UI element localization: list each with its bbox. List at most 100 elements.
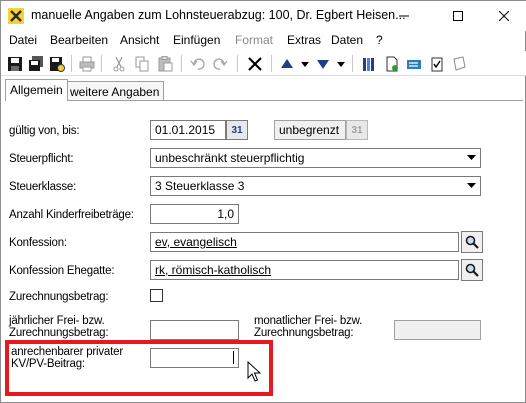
menu-help[interactable]: ? <box>376 33 383 47</box>
search-icon <box>465 263 479 277</box>
steuerpflicht-label: Steuerpflicht: <box>9 153 74 165</box>
close-icon <box>499 11 509 21</box>
book-button[interactable] <box>359 54 379 73</box>
minimize-button[interactable] <box>381 1 427 31</box>
calendar-von-button[interactable]: 31 <box>226 120 248 140</box>
kinderfreibetraege-label: Anzahl Kinderfreibeträge: <box>9 209 134 221</box>
paste-button[interactable] <box>155 54 175 73</box>
tab-weitere-angaben[interactable]: weitere Angaben <box>65 81 165 101</box>
app-icon <box>8 8 24 24</box>
move-up-button[interactable] <box>277 54 297 73</box>
printer-icon <box>79 56 95 71</box>
title-bar: manuelle Angaben zum Lohnsteuerabzug: 10… <box>1 1 526 31</box>
save-all-button[interactable] <box>26 54 46 73</box>
new-document-icon <box>386 56 398 71</box>
menu-datei[interactable]: Datei <box>9 33 37 47</box>
transfer-button[interactable] <box>404 54 424 73</box>
konfession-ehegatte-search-button[interactable] <box>461 259 483 281</box>
close-button[interactable] <box>481 1 526 31</box>
checklist-button[interactable] <box>427 54 447 73</box>
move-up-dropdown[interactable] <box>295 54 315 73</box>
toolbar <box>1 51 526 76</box>
save-all-icon <box>29 55 43 71</box>
chevron-down-icon <box>337 61 345 67</box>
arrow-down-icon <box>317 59 329 69</box>
calendar-bis-button[interactable]: 31 <box>346 120 368 140</box>
minimize-icon <box>399 15 409 17</box>
chevron-down-icon <box>301 61 309 67</box>
menu-daten[interactable]: Daten <box>331 33 363 47</box>
book-icon <box>363 57 374 71</box>
tab-allgemein[interactable]: Allgemein <box>5 79 68 101</box>
arrow-up-icon <box>281 58 293 68</box>
monatlicher-label: monatlicher Frei- bzw. Zurechnungsbetrag… <box>254 315 363 339</box>
menu-einfuegen[interactable]: Einfügen <box>173 33 220 47</box>
konfession-field[interactable]: ev, evangelisch <box>150 232 459 252</box>
move-down-button[interactable] <box>313 54 333 73</box>
jaehrlicher-label: jährlicher Frei- bzw. Zurechnungsbetrag: <box>9 315 109 339</box>
undo-icon <box>190 57 205 70</box>
delete-x-icon <box>248 56 262 71</box>
save-close-button[interactable] <box>47 54 67 73</box>
calendar-icon: 31 <box>231 124 243 136</box>
note-icon <box>453 55 466 71</box>
tab-strip: Allgemein weitere Angaben <box>1 79 526 101</box>
scissors-icon <box>113 56 125 71</box>
konfession-ehegatte-field[interactable]: rk, römisch-katholisch <box>150 260 459 280</box>
menu-bar: Datei Bearbeiten Ansicht Einfügen Format… <box>1 31 526 50</box>
konfession-search-button[interactable] <box>461 231 483 253</box>
steuerpflicht-select[interactable]: unbeschränkt steuerpflichtig <box>150 148 481 168</box>
cut-button[interactable] <box>109 54 129 73</box>
redo-icon <box>213 57 228 70</box>
mouse-pointer-icon <box>247 361 261 382</box>
maximize-icon <box>453 11 463 21</box>
copy-button[interactable] <box>132 54 152 73</box>
search-icon <box>465 235 479 249</box>
undo-button[interactable] <box>188 54 208 73</box>
calendar-icon: 31 <box>351 124 363 136</box>
gueltig-von-field[interactable]: 01.01.2015 <box>150 120 226 140</box>
menu-ansicht[interactable]: Ansicht <box>120 33 159 47</box>
menu-format[interactable]: Format <box>235 33 273 47</box>
gueltig-label: gültig von, bis: <box>9 125 80 137</box>
window-title: manuelle Angaben zum Lohnsteuerabzug: 10… <box>31 8 406 22</box>
steuerpflicht-value: unbeschränkt steuerpflichtig <box>155 151 305 165</box>
save-button[interactable] <box>5 54 25 73</box>
move-down-dropdown[interactable] <box>331 54 351 73</box>
toolbar-separator <box>237 55 238 72</box>
copy-icon <box>135 56 149 71</box>
transfer-icon <box>407 59 421 69</box>
steuerklasse-select[interactable]: 3 Steuerklasse 3 <box>150 176 481 196</box>
menu-extras[interactable]: Extras <box>287 33 321 47</box>
zurechnungsbetrag-checkbox[interactable] <box>150 289 163 302</box>
toolbar-separator <box>71 55 72 72</box>
toolbar-separator <box>181 55 182 72</box>
highlight-frame <box>5 340 273 396</box>
konfession-ehegatte-label: Konfession Ehegatte: <box>9 265 115 277</box>
checklist-icon <box>431 57 443 71</box>
konfession-label: Konfession: <box>9 237 67 249</box>
clipboard-icon <box>158 55 173 71</box>
new-document-button[interactable] <box>382 54 402 73</box>
dialog-window: manuelle Angaben zum Lohnsteuerabzug: 10… <box>0 0 526 403</box>
menu-bearbeiten[interactable]: Bearbeiten <box>50 33 108 47</box>
tab-label: Allgemein <box>10 83 63 97</box>
chevron-down-icon <box>463 178 479 194</box>
toolbar-separator <box>352 55 353 72</box>
kinderfreibetraege-field[interactable]: 1,0 <box>150 204 239 224</box>
chevron-down-icon <box>463 150 479 166</box>
monatlicher-field[interactable] <box>394 320 481 340</box>
redo-button[interactable] <box>210 54 230 73</box>
maximize-button[interactable] <box>435 1 481 31</box>
steuerklasse-value: 3 Steuerklasse 3 <box>155 179 245 193</box>
jaehrlicher-field[interactable] <box>150 320 239 340</box>
tab-label: weitere Angaben <box>70 85 160 99</box>
gueltig-bis-field[interactable]: unbegrenzt <box>274 120 346 140</box>
toolbar-separator <box>271 55 272 72</box>
steuerklasse-label: Steuerklasse: <box>9 181 77 193</box>
delete-button[interactable] <box>245 54 265 73</box>
toolbar-separator <box>101 55 102 72</box>
save-icon <box>8 56 22 71</box>
note-button[interactable] <box>449 54 469 73</box>
print-button[interactable] <box>77 54 97 73</box>
